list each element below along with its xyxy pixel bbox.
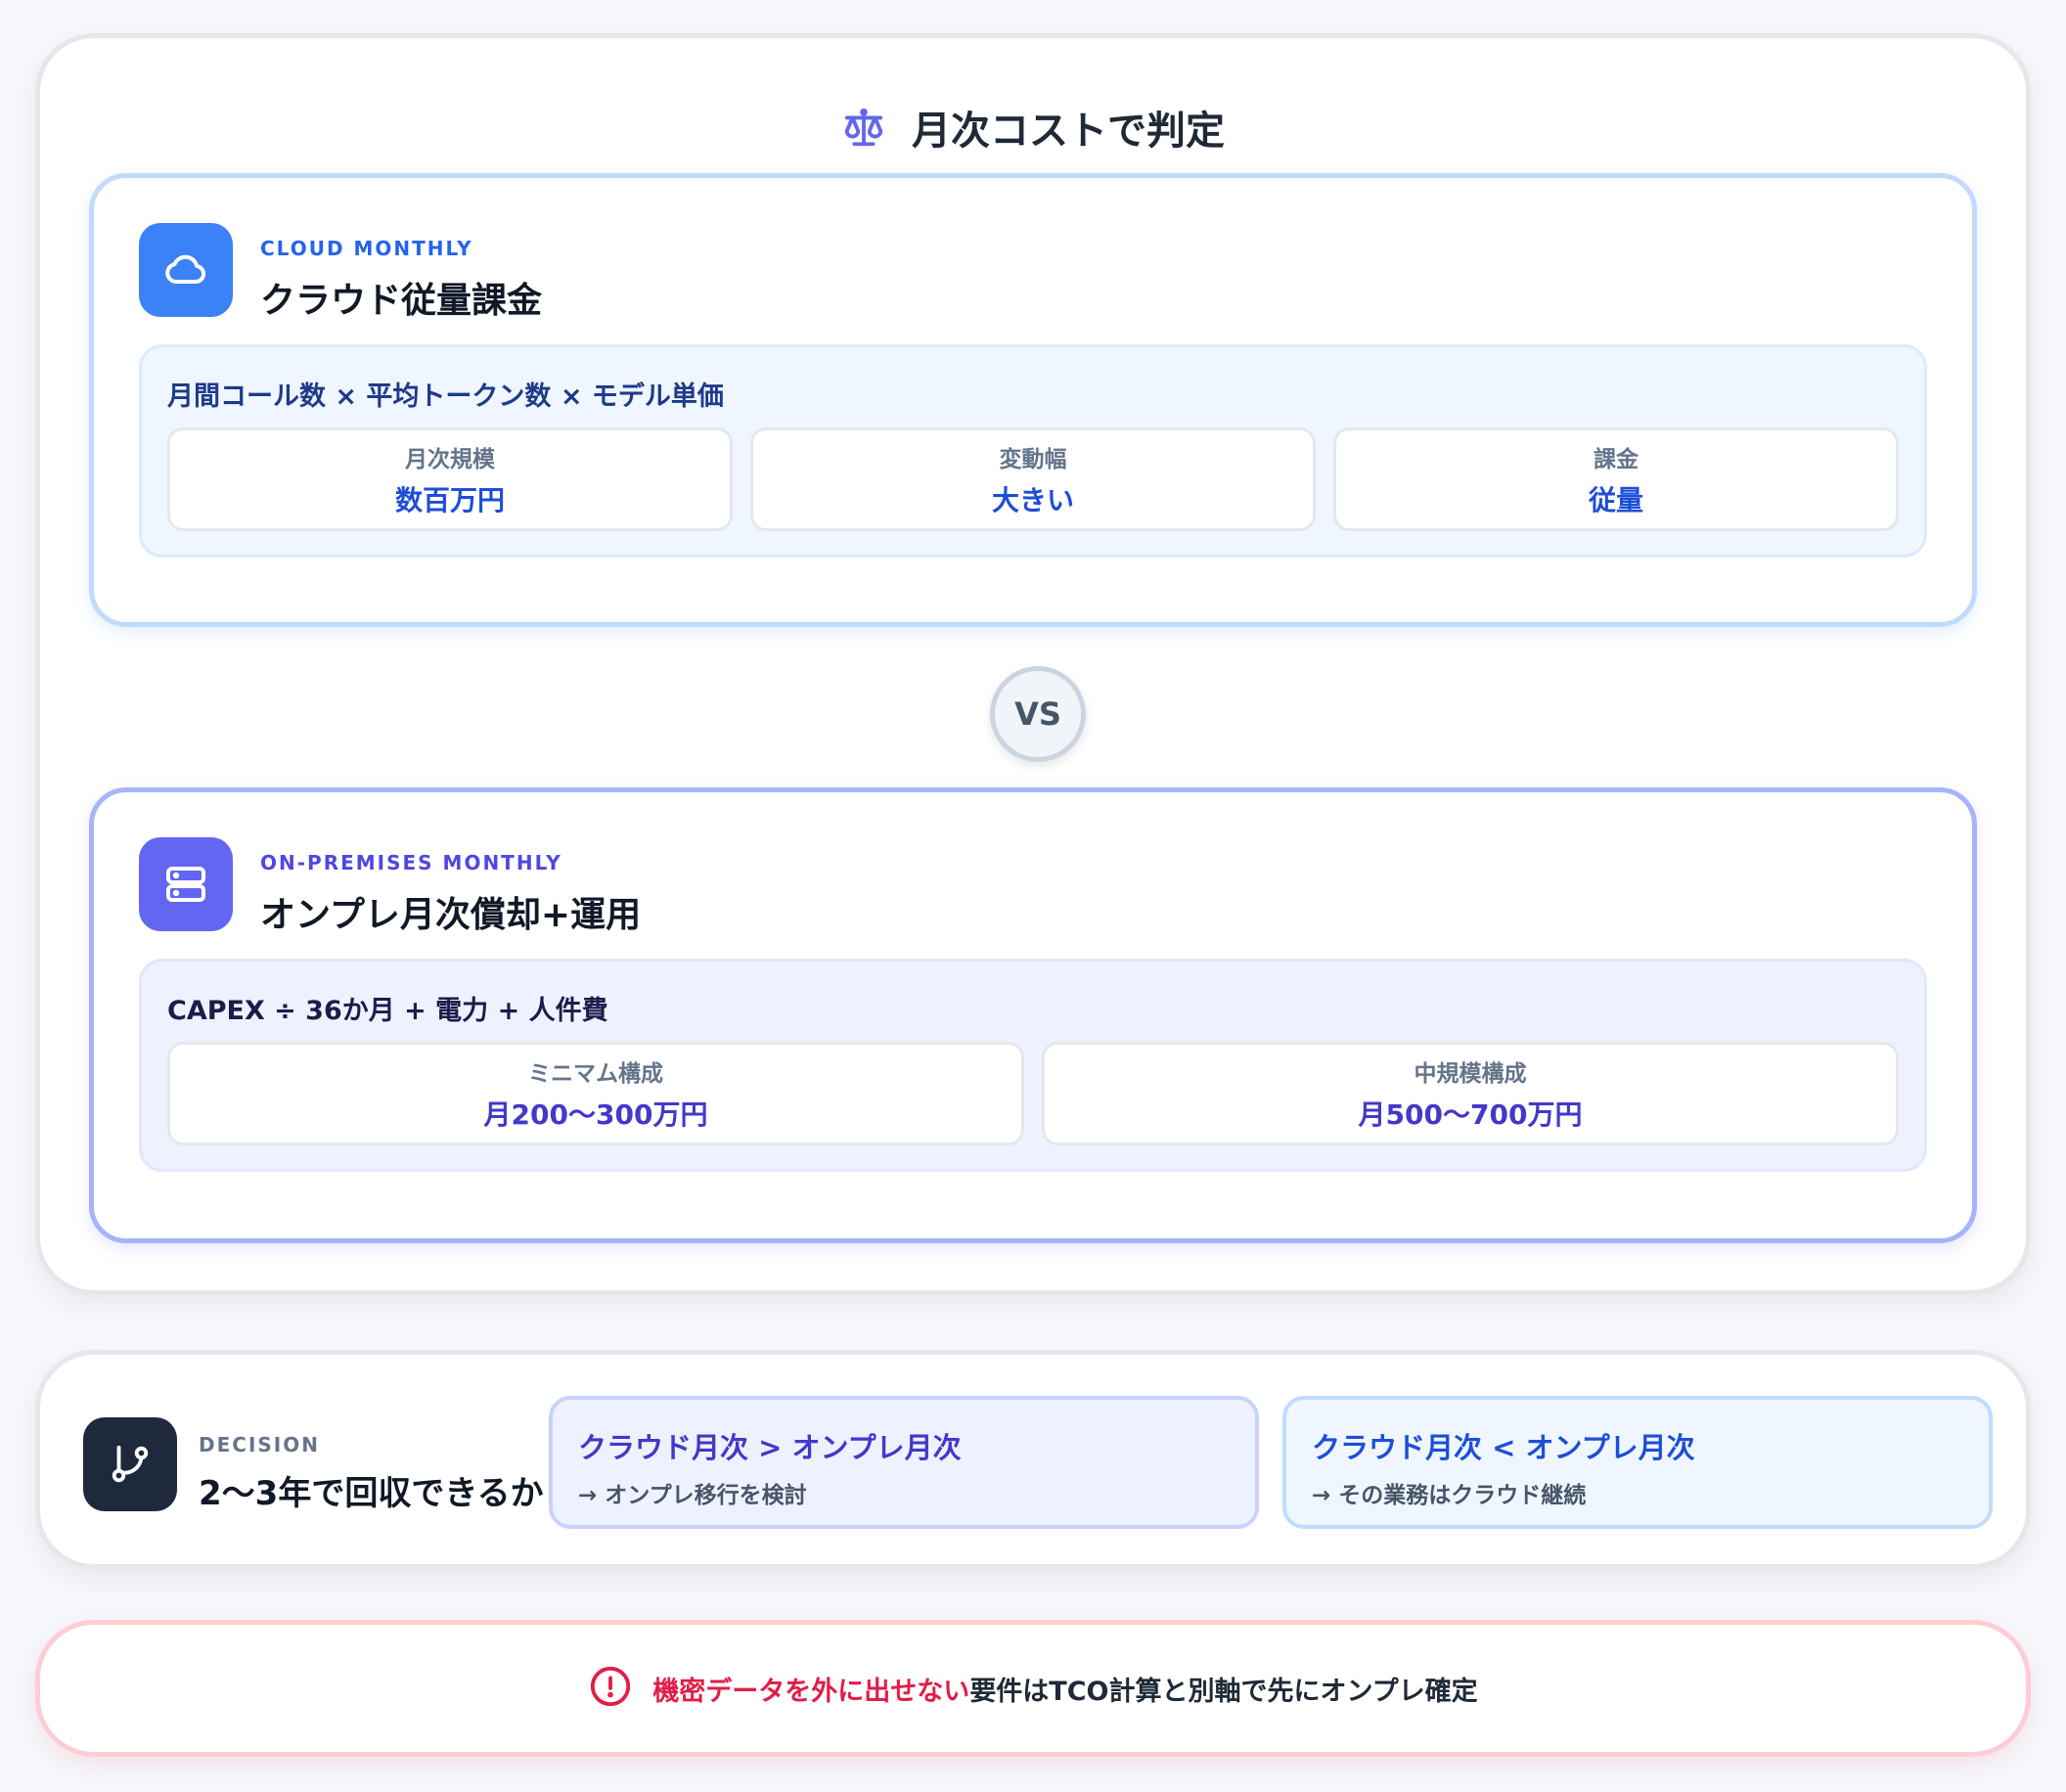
onprem-title: オンプレ月次償却+運用	[260, 895, 642, 935]
decision-option-migrate: クラウド月次 > オンプレ月次 → オンプレ移行を検討	[549, 1396, 1259, 1529]
branch-icon	[83, 1417, 177, 1511]
stat-label: 課金	[1594, 447, 1639, 472]
stat-label: 変動幅	[999, 447, 1067, 472]
onprem-panel: ON-PREMISES MONTHLY オンプレ月次償却+運用 CAPEX ÷ …	[89, 787, 1977, 1243]
cloud-icon	[139, 223, 233, 317]
decision-card: DECISION 2〜3年で回収できるか クラウド月次 > オンプレ月次 → オ…	[35, 1350, 2031, 1569]
cloud-title: クラウド従量課金	[260, 281, 543, 321]
stat-label: ミニマム構成	[528, 1061, 663, 1087]
onprem-stats: ミニマム構成 月200〜300万円 中規模構成 月500〜700万円	[167, 1042, 1899, 1145]
onprem-formula-box: CAPEX ÷ 36か月 + 電力 + 人件費 ミニマム構成 月200〜300万…	[139, 959, 1927, 1172]
alert-banner: 機密データを外に出せない要件はTCO計算と別軸で先にオンプレ確定	[35, 1620, 2031, 1757]
option-subtitle: → オンプレ移行を検討	[578, 1483, 807, 1508]
stat-value: 数百万円	[394, 484, 505, 516]
cloud-stat-billing: 課金 従量	[1333, 427, 1899, 531]
option-subtitle: → その業務はクラウド継続	[1312, 1483, 1587, 1508]
server-icon	[139, 837, 233, 931]
option-title: クラウド月次 < オンプレ月次	[1312, 1431, 1695, 1464]
decision-title: 2〜3年で回収できるか	[199, 1474, 544, 1513]
stat-label: 中規模構成	[1414, 1061, 1527, 1087]
cloud-eyebrow: CLOUD MONTHLY	[260, 237, 473, 260]
onprem-stat-minimum: ミニマム構成 月200〜300万円	[167, 1042, 1024, 1145]
onprem-stat-medium: 中規模構成 月500〜700万円	[1042, 1042, 1899, 1145]
alert-body: 要件はTCO計算と別軸で先にオンプレ確定	[969, 1676, 1478, 1707]
cloud-formula: 月間コール数 × 平均トークン数 × モデル単価	[167, 381, 724, 412]
cloud-formula-box: 月間コール数 × 平均トークン数 × モデル単価 月次規模 数百万円 変動幅 大…	[139, 344, 1927, 558]
alert-text: 機密データを外に出せない要件はTCO計算と別軸で先にオンプレ確定	[652, 1670, 1477, 1708]
alert-highlight: 機密データを外に出せない	[652, 1676, 970, 1707]
onprem-eyebrow: ON-PREMISES MONTHLY	[260, 851, 562, 874]
page-title-text: 月次コストで判定	[912, 109, 1225, 154]
scale-icon	[841, 105, 886, 150]
decision-eyebrow: DECISION	[199, 1433, 320, 1456]
decision-option-stay-cloud: クラウド月次 < オンプレ月次 → その業務はクラウド継続	[1282, 1396, 1993, 1529]
cloud-panel: CLOUD MONTHLY クラウド従量課金 月間コール数 × 平均トークン数 …	[89, 173, 1977, 627]
cloud-stat-variance: 変動幅 大きい	[750, 427, 1316, 531]
alert-icon	[588, 1664, 633, 1713]
stat-value: 月200〜300万円	[483, 1098, 708, 1131]
cost-comparison-card: 月次コストで判定 CLOUD MONTHLY クラウド従量課金 月間コール数 ×…	[35, 33, 2031, 1295]
stat-value: 月500〜700万円	[1358, 1098, 1583, 1131]
option-title: クラウド月次 > オンプレ月次	[578, 1431, 962, 1464]
stat-value: 従量	[1588, 484, 1643, 516]
page-title: 月次コストで判定	[40, 93, 2026, 161]
cloud-stat-scale: 月次規模 数百万円	[167, 427, 733, 531]
cloud-stats: 月次規模 数百万円 変動幅 大きい 課金 従量	[167, 427, 1899, 531]
stat-label: 月次規模	[405, 447, 495, 472]
onprem-formula: CAPEX ÷ 36か月 + 電力 + 人件費	[167, 996, 608, 1026]
vs-badge: VS	[990, 666, 1086, 762]
stat-value: 大きい	[991, 484, 1074, 516]
